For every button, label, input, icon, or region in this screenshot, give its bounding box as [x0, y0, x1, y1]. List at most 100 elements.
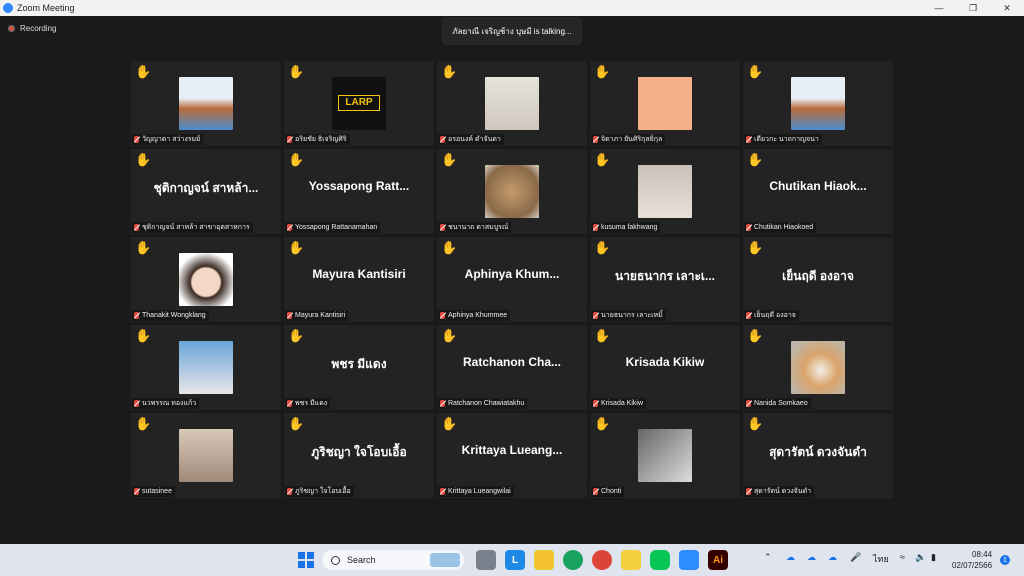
participant-tile[interactable]: ✋ Mayura Kantisiri Mayura Kantisiri [284, 237, 434, 322]
minimize-button[interactable]: — [922, 0, 956, 16]
participant-tile[interactable]: ✋ Krisada Kikiw Krisada Kikiw [590, 325, 740, 410]
participant-display-name: พชร มีแดง [331, 357, 387, 371]
participant-tile[interactable]: ✋ Yossapong Ratt... Yossapong Rattanamahan [284, 149, 434, 234]
muted-mic-icon [440, 488, 445, 495]
raised-hand-icon: ✋ [594, 152, 611, 167]
raised-hand-icon: ✋ [747, 328, 764, 343]
close-button[interactable]: ✕ [990, 0, 1024, 16]
muted-mic-icon [593, 312, 598, 319]
participant-name-label: Krisada Kikiw [591, 398, 647, 409]
onedrive-icon[interactable]: ☁ [786, 552, 795, 563]
participant-tile[interactable]: ✋ ภูริชญา ใจโอบเอื้อ ภูริชญา ใจโอบเอื้อ [284, 413, 434, 498]
illustrator-icon[interactable]: Ai [708, 550, 728, 570]
raised-hand-icon: ✋ [288, 416, 305, 431]
restore-button[interactable]: ❐ [956, 0, 990, 16]
muted-mic-icon [593, 136, 598, 143]
participant-tile[interactable]: ✋ ชนานาถ ดาสมบูรณ์ [437, 149, 587, 234]
edge-browser-icon[interactable] [563, 550, 583, 570]
participant-tile[interactable]: ✋ LARP อริยชัย ธิเจริญศิริ [284, 61, 434, 146]
raised-hand-icon: ✋ [135, 240, 152, 255]
volume-icon[interactable]: 🔈 [915, 552, 926, 563]
participant-display-name: ภูริชญา ใจโอบเอื้อ [311, 445, 407, 459]
talking-indicator: ภัลยาณี เจริญช้าง บุษมี is talking... [442, 17, 582, 45]
start-icon[interactable] [296, 550, 316, 570]
participant-name-label: ชุติกาญจน์ สาหล้า สาขาอุตสาหการ [132, 222, 253, 233]
participant-tile[interactable]: ✋ Thanakit Wongklang [131, 237, 281, 322]
onedrive-icon-2[interactable]: ☁ [807, 552, 816, 563]
participant-video [638, 429, 692, 482]
participant-video: LARP [332, 77, 386, 130]
participant-name: ภูริชญา ใจโอบเอื้อ [295, 488, 351, 495]
raised-hand-icon: ✋ [594, 328, 611, 343]
participant-name-label: Chonti [591, 486, 625, 497]
line-app-icon[interactable] [650, 550, 670, 570]
file-explorer-icon[interactable] [534, 550, 554, 570]
participant-name: จิดาภา ยันศิริกุลยิ่กุล [601, 136, 663, 143]
wifi-icon[interactable]: ≈ [900, 552, 905, 562]
raised-hand-icon: ✋ [441, 328, 458, 343]
participant-tile[interactable]: ✋ เย็นฤดี องอาจ เย็นฤดี องอาจ [743, 237, 893, 322]
participant-name: สุดารัตน์ ดวงจันดำ [754, 488, 812, 495]
clock-date: 02/07/2566 [952, 561, 993, 570]
raised-hand-icon: ✋ [135, 328, 152, 343]
participant-name-label: Thanakit Wongklang [132, 310, 209, 321]
participant-tile[interactable]: ✋ sutasinee [131, 413, 281, 498]
participant-tile[interactable]: ✋ วัญญาดา สว่างรมย์ [131, 61, 281, 146]
participant-name: Yossapong Rattanamahan [295, 224, 378, 231]
muted-mic-icon [287, 488, 292, 495]
participant-tile[interactable]: ✋ พชร มีแดง พชร มีแดง [284, 325, 434, 410]
participant-tile[interactable]: ✋ Chutikan Hiaok... Chutikan Hiaokoed [743, 149, 893, 234]
participant-video [791, 77, 845, 130]
window-title: Zoom Meeting [17, 3, 75, 13]
notification-badge[interactable]: 1 [1000, 555, 1010, 565]
clock[interactable]: 08:44 02/07/2566 [952, 549, 992, 571]
participant-tile[interactable]: ✋ สุดารัตน์ ดวงจันดำ สุดารัตน์ ดวงจันดำ [743, 413, 893, 498]
search-label: Search [347, 555, 376, 565]
participant-tile[interactable]: ✋ นายธนากร เลาะเ... นายธนากร เลาะเหมิ้ [590, 237, 740, 322]
app-l-icon[interactable]: L [505, 550, 525, 570]
participant-name: kusuma fakhwang [601, 224, 658, 231]
task-view-icon[interactable] [476, 550, 496, 570]
search-icon [331, 555, 340, 565]
recording-label: Recording [20, 24, 57, 33]
recording-indicator[interactable]: Recording [8, 24, 56, 33]
sticky-notes-icon[interactable] [621, 550, 641, 570]
raised-hand-icon: ✋ [747, 416, 764, 431]
participant-tile[interactable]: ✋ อรอนงค์ ดำจันดา [437, 61, 587, 146]
participant-tile[interactable]: ✋ Ratchanon Cha... Ratchanon Chawiatakhu [437, 325, 587, 410]
zoom-logo-icon [3, 3, 13, 13]
battery-icon[interactable]: ▮ [931, 552, 936, 563]
participant-tile[interactable]: ✋ จิดาภา ยันศิริกุลยิ่กุล [590, 61, 740, 146]
participant-tile[interactable]: ✋ Chonti [590, 413, 740, 498]
microphone-icon[interactable]: 🎤 [850, 552, 861, 563]
zoom-app-icon[interactable] [679, 550, 699, 570]
participant-name-label: ชนานาถ ดาสมบูรณ์ [438, 222, 512, 233]
onedrive-icon-3[interactable]: ☁ [828, 552, 837, 563]
participant-name-label: วัญญาดา สว่างรมย์ [132, 134, 204, 145]
chrome-browser-icon[interactable] [592, 550, 612, 570]
language-indicator[interactable]: ไทย [873, 552, 889, 566]
participant-display-name: เย็นฤดี องอาจ [782, 269, 854, 283]
participant-tile[interactable]: ✋ kusuma fakhwang [590, 149, 740, 234]
search-box[interactable]: Search [322, 550, 464, 570]
chevron-up-icon[interactable]: ⌃ [764, 552, 772, 563]
muted-mic-icon [593, 224, 598, 231]
participant-name-label: Krittaya Lueangwilai [438, 486, 514, 497]
participant-name: นายธนากร เลาะเหมิ้ [601, 312, 663, 319]
participant-name-label: นายธนากร เลาะเหมิ้ [591, 310, 666, 321]
participant-display-name: Krittaya Lueang... [461, 443, 563, 457]
participant-tile[interactable]: ✋ นวพรรณ ทองแก้ว [131, 325, 281, 410]
muted-mic-icon [134, 136, 139, 143]
participant-tile[interactable]: ✋ Aphinya Khum... Aphinya Khummee [437, 237, 587, 322]
participant-tile[interactable]: ✋ เตียวกะ นาถกาญจนา [743, 61, 893, 146]
participant-video [179, 429, 233, 482]
participant-name-label: Chutikan Hiaokoed [744, 222, 817, 233]
muted-mic-icon [440, 400, 445, 407]
raised-hand-icon: ✋ [747, 152, 764, 167]
raised-hand-icon: ✋ [288, 240, 305, 255]
participant-tile[interactable]: ✋ Nanida Somkaeo [743, 325, 893, 410]
participant-name-label: Yossapong Rattanamahan [285, 222, 381, 233]
participant-name-label: เตียวกะ นาถกาญจนา [744, 134, 822, 145]
participant-tile[interactable]: ✋ ชุติกาญจน์ สาหล้า... ชุติกาญจน์ สาหล้า ส… [131, 149, 281, 234]
participant-tile[interactable]: ✋ Krittaya Lueang... Krittaya Lueangwilai [437, 413, 587, 498]
